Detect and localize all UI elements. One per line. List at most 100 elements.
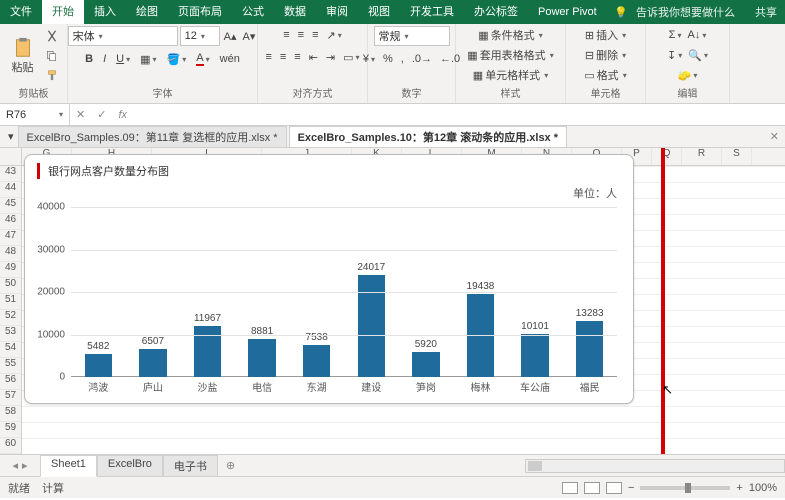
indent-decrease-button[interactable]: ⇤ [307, 48, 320, 66]
horizontal-scrollbar[interactable] [525, 459, 785, 473]
workbook-tab-1[interactable]: ExcelBro_Samples.10：第12章 滚动条的应用.xlsx * [289, 126, 567, 147]
enter-icon[interactable]: ✓ [91, 108, 112, 121]
align-center-button[interactable]: ≡ [278, 48, 288, 66]
ribbon-tab-1[interactable]: 开始 [42, 0, 84, 24]
phonetic-button[interactable]: wén [218, 50, 242, 68]
align-middle-button[interactable]: ≡ [296, 26, 306, 44]
formula-input[interactable] [133, 104, 785, 125]
cell-styles-button[interactable]: ▦ 单元格样式▾ [471, 66, 550, 84]
row-header[interactable]: 50 [0, 278, 21, 294]
merge-button[interactable]: ▭▾ [341, 48, 361, 66]
align-left-button[interactable]: ≡ [263, 48, 273, 66]
name-box[interactable]: R76▾ [0, 104, 70, 125]
row-header[interactable]: 56 [0, 374, 21, 390]
ribbon-tab-8[interactable]: 视图 [358, 0, 400, 24]
cancel-icon[interactable]: ✕ [70, 108, 91, 121]
font-name-combo[interactable]: 宋体▾ [68, 26, 178, 46]
row-header[interactable]: 52 [0, 310, 21, 326]
column-header[interactable]: R [682, 148, 722, 165]
scrollbar-control-indicator[interactable] [661, 148, 665, 454]
row-header[interactable]: 59 [0, 422, 21, 438]
align-right-button[interactable]: ≡ [292, 48, 302, 66]
row-header[interactable]: 57 [0, 390, 21, 406]
sheet-tab-2[interactable]: 电子书 [163, 455, 218, 477]
decrease-font-button[interactable]: A▾ [241, 27, 258, 45]
view-page-layout-button[interactable] [584, 482, 600, 494]
comma-button[interactable]: , [399, 50, 406, 68]
ribbon-tab-5[interactable]: 公式 [232, 0, 274, 24]
format-painter-button[interactable] [43, 67, 61, 85]
paste-button[interactable]: 粘贴 [6, 27, 39, 85]
ribbon-tab-4[interactable]: 页面布局 [168, 0, 232, 24]
ribbon-tab-6[interactable]: 数据 [274, 0, 316, 24]
zoom-out-button[interactable]: − [628, 482, 634, 494]
add-sheet-button[interactable]: ⊕ [218, 459, 243, 472]
copy-button[interactable] [43, 47, 61, 65]
fill-color-button[interactable]: 🪣▾ [165, 50, 189, 68]
row-header[interactable]: 43 [0, 166, 21, 182]
conditional-format-button[interactable]: ▦ 条件格式▾ [476, 26, 544, 44]
row-header[interactable]: 45 [0, 198, 21, 214]
insert-cells-button[interactable]: ⊞ 插入▾ [583, 26, 628, 44]
cut-button[interactable] [43, 27, 61, 45]
sort-filter-button[interactable]: A↓▾ [685, 26, 708, 44]
find-select-button[interactable]: 🔍▾ [686, 46, 710, 64]
ribbon-tab-0[interactable]: 文件 [0, 0, 42, 24]
view-normal-button[interactable] [562, 482, 578, 494]
border-button[interactable]: ▦▾ [138, 50, 158, 68]
orientation-button[interactable]: ↗▾ [325, 26, 344, 44]
row-header[interactable]: 47 [0, 230, 21, 246]
number-format-combo[interactable]: 常规▾ [374, 26, 450, 46]
clear-button[interactable]: 🧽▾ [676, 66, 700, 84]
row-header[interactable]: 55 [0, 358, 21, 374]
font-size-combo[interactable]: 12▾ [180, 26, 220, 46]
zoom-in-button[interactable]: + [736, 482, 742, 494]
row-header[interactable]: 58 [0, 406, 21, 422]
row-header[interactable]: 53 [0, 326, 21, 342]
fill-button[interactable]: ↧▾ [665, 46, 684, 64]
font-color-button[interactable]: A▾ [194, 50, 211, 68]
sheet-tab-0[interactable]: Sheet1 [40, 455, 97, 477]
sheet-nav-prev-icon[interactable]: ◂ [12, 459, 18, 472]
ribbon-tab-7[interactable]: 审阅 [316, 0, 358, 24]
row-header[interactable]: 48 [0, 246, 21, 262]
row-header[interactable]: 54 [0, 342, 21, 358]
underline-button[interactable]: U▾ [114, 50, 132, 68]
row-header[interactable]: 51 [0, 294, 21, 310]
sheet-tab-1[interactable]: ExcelBro [97, 455, 163, 477]
ribbon-tab-2[interactable]: 插入 [84, 0, 126, 24]
sheet-nav-next-icon[interactable]: ▸ [22, 459, 28, 472]
align-bottom-button[interactable]: ≡ [310, 26, 320, 44]
align-top-button[interactable]: ≡ [281, 26, 291, 44]
table-format-button[interactable]: ▦ 套用表格格式▾ [465, 46, 555, 64]
wbtab-close-icon[interactable]: ✕ [770, 130, 785, 143]
accounting-button[interactable]: ¥▾ [361, 50, 377, 68]
row-header[interactable]: 46 [0, 214, 21, 230]
workbook-tab-0[interactable]: ExcelBro_Samples.09：第11章 复选框的应用.xlsx * [18, 126, 287, 147]
format-cells-button[interactable]: ▭ 格式▾ [582, 66, 628, 84]
chart-object[interactable]: 银行网点客户数量分布图 单位：人 010000200003000040000 5… [24, 154, 634, 404]
row-header[interactable]: 60 [0, 438, 21, 454]
column-header[interactable]: S [722, 148, 752, 165]
autosum-button[interactable]: Σ▾ [667, 26, 684, 44]
delete-cells-button[interactable]: ⊟ 删除▾ [583, 46, 628, 64]
fx-icon[interactable]: fx [112, 109, 133, 121]
indent-increase-button[interactable]: ⇥ [324, 48, 337, 66]
share-button[interactable]: 共享 [755, 4, 777, 20]
row-header[interactable]: 44 [0, 182, 21, 198]
ribbon-tab-11[interactable]: Power Pivot [528, 0, 607, 24]
column-header[interactable]: Q [652, 148, 682, 165]
wbtab-prev-icon[interactable]: ▾ [6, 128, 16, 146]
increase-decimal-button[interactable]: .0→ [410, 50, 434, 68]
view-page-break-button[interactable] [606, 482, 622, 494]
bold-button[interactable]: B [83, 50, 95, 68]
row-header[interactable]: 49 [0, 262, 21, 278]
increase-font-button[interactable]: A▴ [222, 27, 239, 45]
percent-button[interactable]: % [381, 50, 395, 68]
ribbon-tab-3[interactable]: 绘图 [126, 0, 168, 24]
ribbon-tab-10[interactable]: 办公标签 [464, 0, 528, 24]
tell-me[interactable]: 告诉我你想要做什么 [636, 4, 735, 20]
ribbon-tab-9[interactable]: 开发工具 [400, 0, 464, 24]
italic-button[interactable]: I [101, 50, 108, 68]
zoom-slider[interactable] [640, 486, 730, 490]
